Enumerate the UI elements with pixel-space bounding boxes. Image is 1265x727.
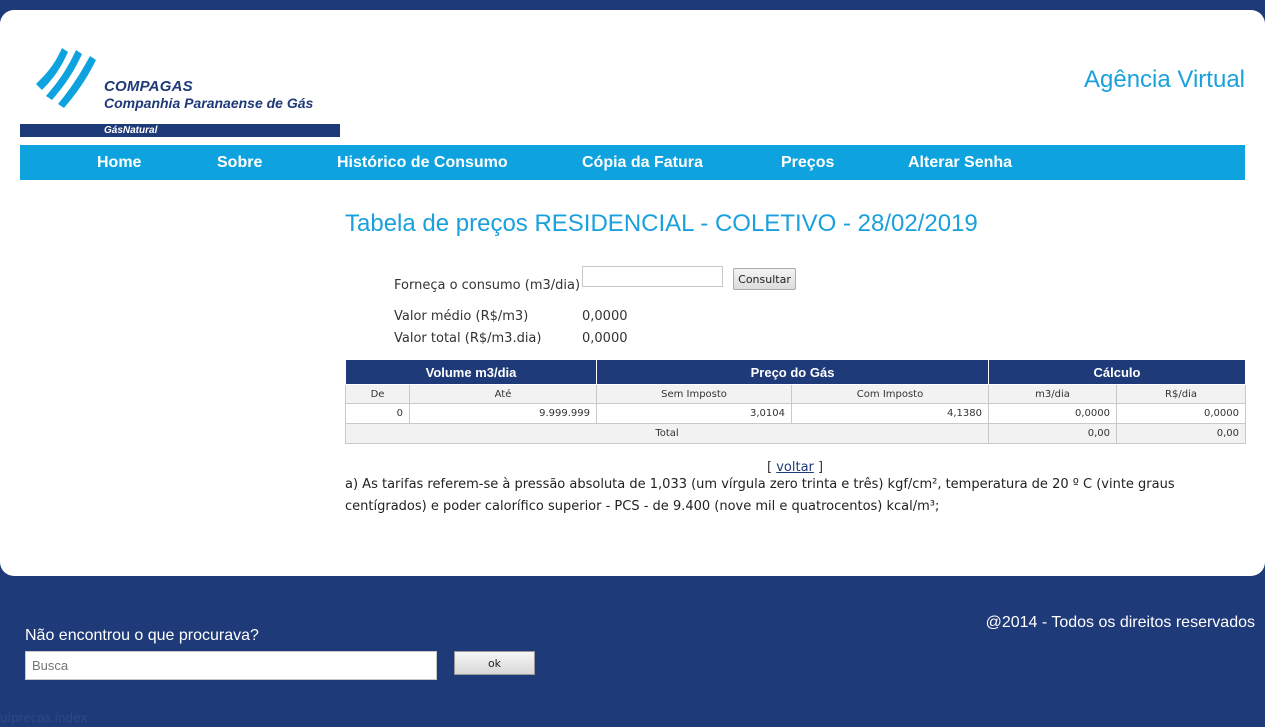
nav-historico-consumo[interactable]: Histórico de Consumo [337,145,508,180]
price-table: Volume m3/dia Preço do Gás Cálculo De At… [344,359,1247,444]
consumption-label: Forneça o consumo (m3/dia) [394,278,581,293]
nav-alterar-senha[interactable]: Alterar Senha [908,145,1012,180]
cell-com-imposto: 4,1380 [791,403,990,424]
brand-tagline: GásNatural [104,125,158,136]
copyright: @2014 - Todos os direitos reservados [985,614,1255,631]
nav-precos[interactable]: Preços [781,145,834,180]
col-com-imposto: Com Imposto [791,384,990,404]
consumption-input[interactable] [582,266,723,287]
total-m3: 0,00 [988,423,1118,444]
back-open-bracket: [ [767,460,773,475]
main-nav: Home Sobre Histórico de Consumo Cópia da… [20,145,1245,180]
page-id: uiprecos.index [0,711,88,725]
consult-button[interactable]: Consultar [733,268,796,290]
col-de: De [345,384,410,404]
cell-rs-dia: 0,0000 [1116,403,1247,424]
brand-tagline-bar: GásNatural [20,124,340,137]
tariff-note: a) As tarifas referem-se à pressão absol… [345,477,1175,514]
total-label: Total [344,423,990,444]
total-value-label: Valor total (R$/m3.dia) [394,331,542,346]
nav-sobre[interactable]: Sobre [217,145,262,180]
search-ok-button[interactable]: ok [454,651,535,675]
table-row: 0 9.999.999 3,0104 4,1380 0,0000 0,0000 [345,403,1247,424]
total-value: 0,0000 [582,331,628,346]
cell-sem-imposto: 3,0104 [596,403,793,424]
total-rs: 0,00 [1116,423,1247,444]
avg-value-label: Valor médio (R$/m3) [394,309,529,324]
back-link-wrapper: [ voltar ] [767,460,823,475]
cell-ate: 9.999.999 [408,403,598,424]
nav-copia-fatura[interactable]: Cópia da Fatura [582,145,703,180]
agency-title: Agência Virtual [1084,66,1245,93]
col-sem-imposto: Sem Imposto [596,384,793,404]
col-ate: Até [408,384,598,404]
search-label: Não encontrou o que procurava? [25,627,259,644]
cell-de: 0 [345,403,410,424]
back-close-bracket: ] [818,460,824,475]
compagas-logo[interactable]: COMPAGAS Companhia Paranaense de Gás Gás… [20,44,340,148]
group-preco-gas: Preço do Gás [596,359,990,385]
group-calculo: Cálculo [988,359,1247,385]
search-input[interactable] [25,651,437,680]
cell-m3-dia: 0,0000 [988,403,1118,424]
page-title: Tabela de preços RESIDENCIAL - COLETIVO … [345,210,978,237]
avg-value: 0,0000 [582,309,628,324]
brand-full-name: Companhia Paranaense de Gás [104,95,314,111]
col-m3-dia: m3/dia [988,384,1118,404]
total-row: Total 0,00 0,00 [344,423,1247,444]
nav-home[interactable]: Home [97,145,141,180]
col-rs-dia: R$/dia [1116,384,1247,404]
back-link[interactable]: voltar [776,460,814,475]
brand-name: COMPAGAS [104,78,193,95]
group-volume: Volume m3/dia [344,359,598,385]
gas-flame-logo-icon [33,48,96,108]
